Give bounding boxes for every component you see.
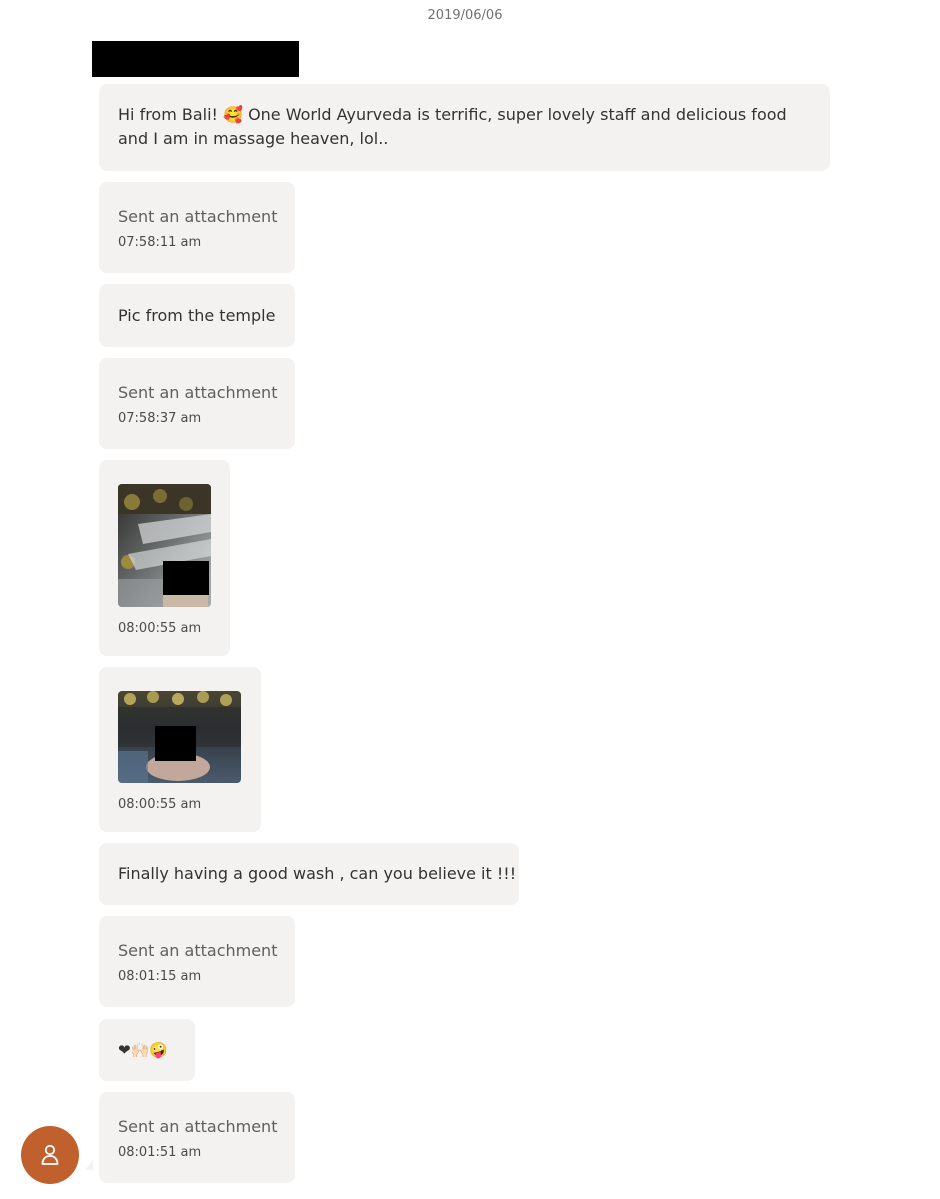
emoji-text: ❤🙌🏻🤪 [118,1041,168,1059]
user-icon [41,1144,59,1165]
attachment-label: Sent an attachment [118,207,278,226]
message-text: Pic from the temple [118,306,276,325]
message-bubble[interactable]: Pic from the temple [99,284,295,347]
message-text-line: Hi from Bali! 🥰 One World Ayurveda is te… [118,105,787,124]
message-timestamp: 08:01:51 am [118,1145,202,1160]
message-timestamp: 07:58:37 am [118,411,202,426]
bubble-tail [85,1160,93,1170]
message-text-line: and I am in massage heaven, lol.. [118,129,389,148]
message-bubble[interactable]: Hi from Bali! 🥰 One World Ayurveda is te… [99,84,830,171]
attachment-bubble[interactable]: Sent an attachment 07:58:37 am [99,358,295,449]
sender-avatar[interactable] [21,1126,79,1184]
redacted-photo-region [155,726,196,761]
conversation-date: 2019/06/06 [427,8,503,23]
message-timestamp: 08:00:55 am [118,797,202,812]
message-timestamp: 07:58:11 am [118,235,202,250]
emoji-bubble[interactable]: ❤🙌🏻🤪 [99,1019,195,1081]
attachment-label: Sent an attachment [118,941,278,960]
redacted-sender-name [92,41,299,77]
redacted-photo-region [163,561,209,595]
attachment-label: Sent an attachment [118,1117,278,1136]
message-timestamp: 08:00:55 am [118,621,202,636]
message-timestamp: 08:01:15 am [118,969,202,984]
attachment-bubble[interactable]: Sent an attachment 07:58:11 am [99,182,295,273]
attachment-bubble[interactable]: Sent an attachment 08:01:15 am [99,916,295,1007]
message-bubble[interactable]: Finally having a good wash , can you bel… [99,843,519,905]
attachment-label: Sent an attachment [118,383,278,402]
message-text: Finally having a good wash , can you bel… [118,864,517,883]
attachment-bubble[interactable]: Sent an attachment 08:01:51 am [99,1092,295,1183]
